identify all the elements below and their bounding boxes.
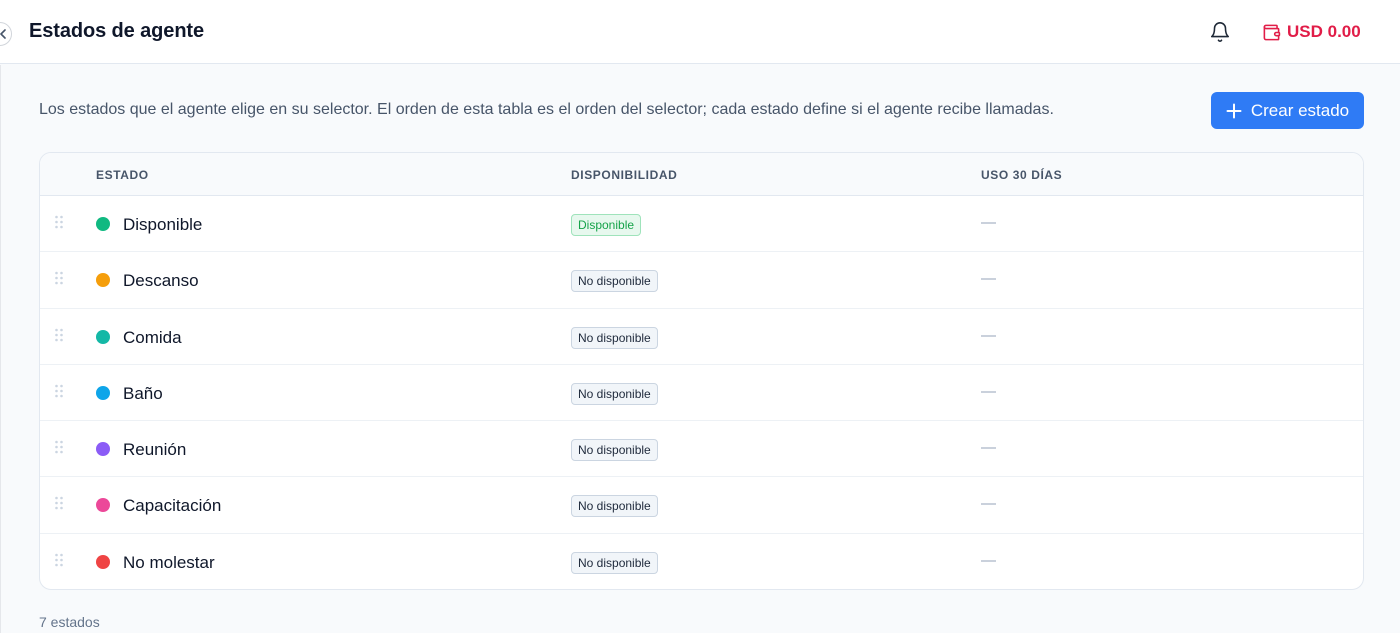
drag-handle-icon[interactable]	[54, 384, 64, 398]
status-color-dot	[96, 498, 110, 513]
status-color-dot	[96, 442, 110, 457]
drag-handle-icon[interactable]	[54, 553, 64, 567]
page-description: Los estados que el agente elige en su se…	[39, 101, 1054, 118]
status-name: No molestar	[123, 552, 215, 572]
availability-badge: Disponible	[571, 214, 642, 236]
usage-30-days: —	[981, 270, 996, 288]
usage-30-days: —	[981, 382, 996, 400]
table-header: ESTADO DISPONIBILIDAD USO 30 DÍAS	[40, 153, 1363, 196]
notifications-button[interactable]	[1209, 21, 1231, 43]
bell-icon	[1210, 22, 1230, 42]
availability-badge: No disponible	[571, 439, 658, 462]
availability-badge: No disponible	[571, 270, 658, 293]
table-row[interactable]: Descanso No disponible —	[40, 252, 1363, 309]
create-status-label: Crear estado	[1250, 100, 1350, 120]
table-row[interactable]: Baño No disponible —	[40, 365, 1363, 422]
status-color-dot	[96, 217, 110, 231]
status-name: Disponible	[123, 215, 203, 234]
status-table: ESTADO DISPONIBILIDAD USO 30 DÍAS Dispon…	[39, 152, 1364, 590]
balance-amount: USD 0.00	[1287, 22, 1361, 41]
usage-30-days: —	[981, 495, 996, 513]
balance-button[interactable]: USD 0.00	[1262, 20, 1361, 44]
drag-handle-icon[interactable]	[54, 328, 64, 342]
availability-badge: No disponible	[571, 495, 658, 518]
status-name: Baño	[123, 383, 163, 403]
drag-handle-icon[interactable]	[54, 215, 64, 229]
availability-badge: No disponible	[571, 382, 658, 405]
column-header-disponibilidad: DISPONIBILIDAD	[571, 168, 678, 182]
status-name: Descanso	[123, 271, 199, 291]
usage-30-days: —	[981, 326, 996, 344]
table-row[interactable]: No molestar No disponible —	[40, 534, 1363, 589]
status-color-dot	[96, 554, 110, 569]
availability-badge: No disponible	[571, 551, 658, 574]
usage-30-days: —	[981, 214, 996, 231]
status-name: Capacitación	[123, 496, 222, 516]
status-name: Comida	[123, 327, 182, 347]
wallet-icon	[1263, 24, 1281, 40]
status-color-dot	[96, 329, 110, 344]
sidebar-collapse-button[interactable]	[0, 22, 12, 46]
table-row[interactable]: Comida No disponible —	[40, 309, 1363, 365]
table-row[interactable]: Reunión No disponible —	[40, 421, 1363, 478]
table-body: Disponible Disponible — Descanso No disponib…	[40, 196, 1363, 589]
status-color-dot	[96, 385, 110, 400]
create-status-button[interactable]: Crear estado	[1211, 92, 1364, 129]
usage-30-days: —	[981, 551, 996, 569]
availability-badge: No disponible	[571, 326, 658, 349]
table-row[interactable]: Capacitación No disponible —	[40, 477, 1363, 534]
page-title: Estados de agente	[29, 20, 205, 42]
status-color-dot	[96, 273, 110, 288]
table-row[interactable]: Disponible Disponible —	[40, 196, 1363, 253]
top-header: Estados de agente USD 0.00	[0, 0, 1400, 64]
drag-handle-icon[interactable]	[54, 440, 64, 454]
usage-30-days: —	[981, 439, 996, 457]
drag-handle-icon[interactable]	[54, 496, 64, 510]
main-content: Los estados que el agente elige en su se…	[0, 65, 1400, 633]
column-header-uso: USO 30 DÍAS	[981, 168, 1063, 182]
plus-icon	[1226, 103, 1242, 118]
chevron-left-icon	[0, 29, 6, 39]
column-header-estado: ESTADO	[96, 168, 149, 182]
drag-handle-icon[interactable]	[54, 271, 64, 285]
status-name: Reunión	[123, 440, 187, 460]
status-count: 7 estados	[39, 614, 100, 630]
